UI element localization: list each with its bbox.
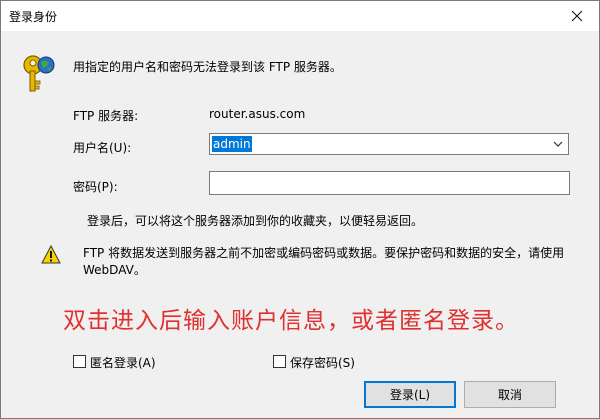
favorites-note: 登录后，可以将这个服务器添加到你的收藏夹，以便轻易返回。 [87,214,424,228]
anonymous-login-label[interactable]: 匿名登录(A) [90,354,156,371]
password-label: 密码(P): [73,180,118,194]
warning-icon [41,245,61,264]
server-value: router.asus.com [209,107,306,121]
close-icon [571,10,583,22]
username-label: 用户名(U): [73,141,132,155]
cancel-button[interactable]: 取消 [464,381,556,408]
save-password-checkbox[interactable] [273,355,286,368]
anonymous-login-checkbox[interactable] [73,355,86,368]
username-value[interactable]: admin [212,136,252,152]
close-button[interactable] [555,1,599,31]
key-icon [23,55,55,92]
chevron-down-icon[interactable] [552,137,564,151]
login-dialog: 登录身份 用指定的用户名和密码无法登录到该 FTP 服务器。 FTP 服务器: … [0,0,600,419]
server-label: FTP 服务器: [73,109,139,123]
login-button[interactable]: 登录(L) [364,381,456,408]
password-field[interactable] [209,171,570,195]
title-bar: 登录身份 [1,1,599,31]
annotation-text: 双击进入后输入账户信息，或者匿名登录。 [63,308,519,334]
window-title: 登录身份 [9,10,58,24]
security-warning: FTP 将数据发送到服务器之前不加密或编码密码或数据。要保护密码和数据的安全，请… [83,246,565,277]
intro-message: 用指定的用户名和密码无法登录到该 FTP 服务器。 [73,60,342,74]
username-combobox[interactable]: admin [209,133,569,155]
save-password-label[interactable]: 保存密码(S) [290,354,355,371]
